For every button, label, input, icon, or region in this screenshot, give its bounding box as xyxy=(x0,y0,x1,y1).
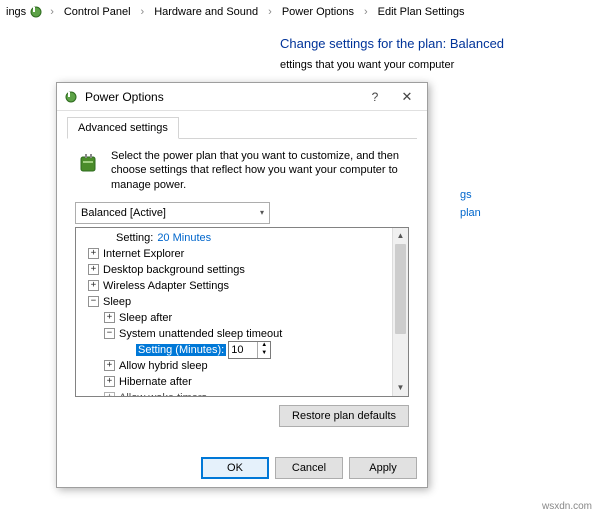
battery-icon xyxy=(75,149,103,177)
chevron-down-icon: ▾ xyxy=(260,208,264,217)
tree-row-ie[interactable]: + Internet Explorer xyxy=(80,246,392,262)
tree-label: Sleep xyxy=(103,296,131,308)
tree-value: 20 Minutes xyxy=(157,232,211,244)
tree-row-desktop-bg[interactable]: + Desktop background settings xyxy=(80,262,392,278)
cancel-button[interactable]: Cancel xyxy=(275,457,343,479)
tree-row-hybrid[interactable]: + Allow hybrid sleep xyxy=(80,358,392,374)
tree-row-hibernate[interactable]: + Hibernate after xyxy=(80,374,392,390)
scroll-thumb[interactable] xyxy=(395,244,406,334)
breadcrumb-item-hardware-sound[interactable]: Hardware and Sound xyxy=(150,4,262,20)
restore-defaults-button[interactable]: Restore plan defaults xyxy=(279,405,409,427)
chevron-right-icon: › xyxy=(264,6,276,18)
dialog-instructions: Select the power plan that you want to c… xyxy=(111,149,409,192)
tree-label: Wireless Adapter Settings xyxy=(103,280,229,292)
tree-label: Hibernate after xyxy=(119,376,192,388)
scroll-up-icon[interactable]: ▲ xyxy=(393,228,408,244)
tree-row-unattended[interactable]: − System unattended sleep timeout xyxy=(80,326,392,342)
tree-row-setting-minutes[interactable]: Setting (Minutes): ▲ ▼ xyxy=(80,342,392,358)
tab-strip: Advanced settings xyxy=(67,117,417,139)
tree-label: System unattended sleep timeout xyxy=(119,328,282,340)
expand-icon[interactable]: + xyxy=(88,280,99,291)
link-fragment-2[interactable]: plan xyxy=(460,207,570,219)
spinner-up-icon[interactable]: ▲ xyxy=(258,342,270,350)
tree-row-wake-timers[interactable]: + Allow wake timers xyxy=(80,390,392,396)
collapse-icon[interactable]: − xyxy=(88,296,99,307)
expand-icon[interactable]: + xyxy=(88,248,99,259)
minutes-spinner[interactable]: ▲ ▼ xyxy=(228,341,271,359)
scroll-down-icon[interactable]: ▼ xyxy=(393,380,408,396)
tree-label: Allow hybrid sleep xyxy=(119,360,208,372)
page-description-fragment: ettings that you want your computer xyxy=(280,59,570,71)
minutes-input[interactable] xyxy=(229,342,257,358)
power-options-dialog: Power Options ? ✕ Advanced settings Sele… xyxy=(56,82,428,488)
apply-button[interactable]: Apply xyxy=(349,457,417,479)
breadcrumb-item-edit-plan[interactable]: Edit Plan Settings xyxy=(374,4,469,20)
tree-row-sleep[interactable]: − Sleep xyxy=(80,294,392,310)
chevron-right-icon: › xyxy=(360,6,372,18)
power-icon xyxy=(63,89,79,105)
close-button[interactable]: ✕ xyxy=(391,86,423,108)
tree-label: Sleep after xyxy=(119,312,172,324)
expand-icon[interactable]: + xyxy=(104,392,115,396)
tree-label-selected: Setting (Minutes): xyxy=(136,344,226,356)
dialog-title: Power Options xyxy=(85,90,359,104)
expand-icon[interactable]: + xyxy=(104,376,115,387)
watermark: wsxdn.com xyxy=(542,501,592,512)
plan-select[interactable]: Balanced [Active] ▾ xyxy=(75,202,270,224)
page-title: Change settings for the plan: Balanced xyxy=(280,36,570,51)
help-button[interactable]: ? xyxy=(359,86,391,108)
tree-label: Internet Explorer xyxy=(103,248,184,260)
breadcrumb-fragment: ings xyxy=(6,6,26,18)
expand-icon[interactable]: + xyxy=(104,360,115,371)
tree-row-wireless[interactable]: + Wireless Adapter Settings xyxy=(80,278,392,294)
power-icon xyxy=(28,4,44,20)
tree-label: Setting: xyxy=(116,232,153,244)
settings-tree: Setting: 20 Minutes + Internet Explorer … xyxy=(75,227,409,397)
expand-icon[interactable]: + xyxy=(88,264,99,275)
tree-row-setting-top[interactable]: Setting: 20 Minutes xyxy=(80,230,392,246)
collapse-icon[interactable]: − xyxy=(104,328,115,339)
breadcrumb: ings › Control Panel › Hardware and Soun… xyxy=(0,0,600,24)
chevron-right-icon: › xyxy=(46,6,58,18)
breadcrumb-item-power-options[interactable]: Power Options xyxy=(278,4,358,20)
tree-row-sleep-after[interactable]: + Sleep after xyxy=(80,310,392,326)
tab-advanced-settings[interactable]: Advanced settings xyxy=(67,117,179,139)
chevron-right-icon: › xyxy=(137,6,149,18)
plan-select-value: Balanced [Active] xyxy=(81,207,166,219)
breadcrumb-item-control-panel[interactable]: Control Panel xyxy=(60,4,135,20)
spinner-down-icon[interactable]: ▼ xyxy=(258,350,270,358)
tree-label: Desktop background settings xyxy=(103,264,245,276)
link-fragment-1[interactable]: gs xyxy=(460,189,570,201)
scroll-track[interactable] xyxy=(393,244,408,380)
tree-label: Allow wake timers xyxy=(119,392,207,396)
tree-scrollbar[interactable]: ▲ ▼ xyxy=(392,228,408,396)
dialog-titlebar[interactable]: Power Options ? ✕ xyxy=(57,83,427,111)
ok-button[interactable]: OK xyxy=(201,457,269,479)
expand-icon[interactable]: + xyxy=(104,312,115,323)
